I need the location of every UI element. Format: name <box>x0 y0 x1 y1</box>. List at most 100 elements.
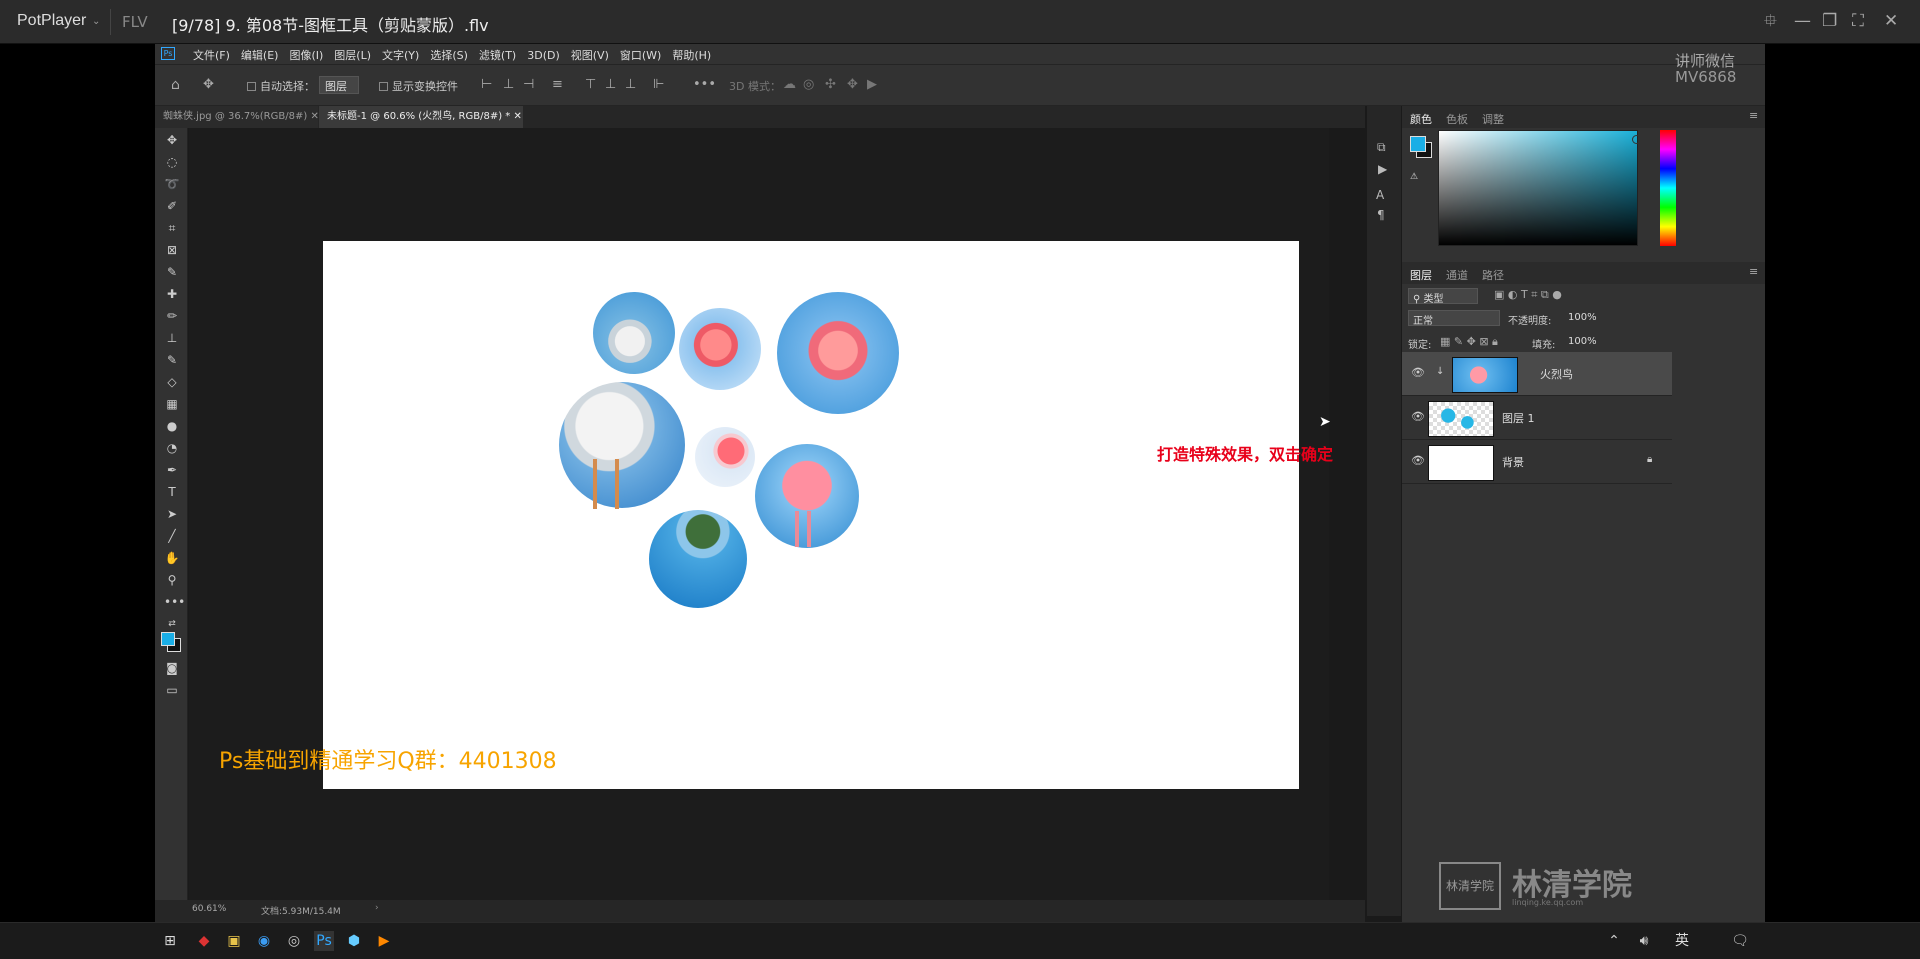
panel-menu-icon[interactable]: ≡ <box>1749 109 1758 122</box>
tab-swatches[interactable]: 色板 <box>1446 111 1468 127</box>
canvas-area[interactable]: 打造特殊效果，双击确定 Ps基础到精通学习Q群：4401308 ➤ <box>189 128 1333 910</box>
dodge-icon[interactable]: ◔ <box>164 440 180 456</box>
eye-icon[interactable]: 👁︎ <box>1411 410 1425 423</box>
player-titlebar[interactable]: PotPlayer ⌄ FLV [9/78] 9. 第08节-图框工具（剪贴蒙版… <box>0 0 1920 44</box>
marquee-tool-icon[interactable]: ◌ <box>164 154 180 170</box>
line-tool-icon[interactable]: ╱ <box>164 528 180 544</box>
notification-icon[interactable]: 🗨︎ <box>1730 931 1750 951</box>
layer-filter-icons[interactable]: ▣ ◐ T ⌗ ⧉ ● <box>1494 288 1562 302</box>
menu-item[interactable]: 选择(S) <box>430 49 468 62</box>
history-icon[interactable]: ⧉ <box>1377 140 1386 155</box>
zoom-tool-icon[interactable]: ⚲ <box>164 572 180 588</box>
eye-icon[interactable]: 👁︎ <box>1411 366 1425 379</box>
tray-icons[interactable]: ⌃ <box>1604 931 1624 951</box>
circle-seagull-body[interactable] <box>559 382 685 508</box>
layer-name[interactable]: 背景 <box>1502 454 1524 470</box>
tab-untitled[interactable]: 未标题-1 @ 60.6% (火烈鸟, RGB/8#) * ✕ <box>319 106 523 128</box>
pin-icon[interactable]: ⯐ <box>1764 11 1777 31</box>
hand-tool-icon[interactable]: ✋ <box>164 550 180 566</box>
fullscreen-icon[interactable]: ⛶ <box>1852 11 1864 31</box>
more-tools-icon[interactable]: ••• <box>164 594 185 610</box>
foreground-color-swatch[interactable] <box>161 632 175 646</box>
menu-item[interactable]: 滤镜(T) <box>479 49 516 62</box>
drag-icon[interactable]: ✣ <box>825 77 836 92</box>
camera-icon[interactable]: ▶ <box>867 77 877 92</box>
restore-icon[interactable]: ❐ <box>1822 11 1837 31</box>
home-icon[interactable]: ⌂ <box>171 77 180 93</box>
type-tool-icon[interactable]: T <box>164 484 180 500</box>
close-icon[interactable]: ✕ <box>310 111 318 122</box>
menu-item[interactable]: 视图(V) <box>571 49 609 62</box>
circle-flamingo-small[interactable] <box>695 427 755 487</box>
color-picker-field[interactable] <box>1438 130 1638 246</box>
quick-mask-icon[interactable]: ◙ <box>164 660 180 676</box>
app-icon[interactable]: ⬢ <box>344 931 364 951</box>
fill-value[interactable]: 100% <box>1568 336 1597 347</box>
distribute-v-icon[interactable]: ⊩ <box>653 77 664 92</box>
circle-seagull-head[interactable] <box>593 292 675 374</box>
screen-mode-icon[interactable]: ▭ <box>164 682 180 698</box>
circle-sea-island[interactable] <box>649 510 747 608</box>
panel-menu-icon[interactable]: ≡ <box>1749 265 1758 278</box>
player-logo[interactable]: PotPlayer <box>17 12 86 30</box>
menu-item[interactable]: 编辑(E) <box>241 49 279 62</box>
menu-item[interactable]: 3D(D) <box>527 49 560 62</box>
tab-color[interactable]: 颜色 <box>1410 111 1432 127</box>
layer-thumb-circles[interactable] <box>1428 401 1494 437</box>
menu-item[interactable]: 帮助(H) <box>672 49 711 62</box>
tab-adjustments[interactable]: 调整 <box>1482 111 1504 127</box>
layer-thumb-flamingo[interactable] <box>1452 357 1518 393</box>
distribute-icon[interactable]: ≡ <box>552 77 563 92</box>
more-icon[interactable]: ••• <box>693 77 716 92</box>
blur-icon[interactable]: ● <box>164 418 180 434</box>
windows-start-icon[interactable]: ⊞ <box>160 931 180 951</box>
layer-row-background[interactable]: 👁︎ 背景 🔒︎ <box>1402 440 1672 484</box>
document-canvas[interactable] <box>323 241 1299 789</box>
frame-tool-icon[interactable]: ⊠ <box>164 242 180 258</box>
picker-cursor[interactable] <box>1632 135 1641 144</box>
orbit-icon[interactable]: ☁ <box>783 77 796 92</box>
lock-icons[interactable]: ▦ ✎ ✥ ⊠ 🔒︎ <box>1440 335 1498 349</box>
brush-tool-icon[interactable]: ✏ <box>164 308 180 324</box>
color-fg-swatch[interactable] <box>1410 136 1426 152</box>
photoshop-icon[interactable]: Ps <box>314 931 334 951</box>
move-tool-icon[interactable]: ✥ <box>164 132 180 148</box>
actions-play-icon[interactable]: ▶ <box>1378 162 1387 176</box>
eraser-icon[interactable]: ◇ <box>164 374 180 390</box>
swap-colors-icon[interactable]: ⇄ <box>164 616 180 632</box>
layer-name[interactable]: 火烈鸟 <box>1540 366 1573 382</box>
layer-row-flamingo[interactable]: 👁︎ ↓ 火烈鸟 <box>1402 352 1672 396</box>
align-bottom-icon[interactable]: ⊥ <box>625 77 636 92</box>
paragraph-icon[interactable]: ¶ <box>1377 208 1385 222</box>
potplayer-icon[interactable]: ▶ <box>374 931 394 951</box>
zoom-level[interactable]: 60.61% <box>192 904 226 914</box>
minimize-icon[interactable]: — <box>1794 11 1811 31</box>
roll-icon[interactable]: ◎ <box>803 77 814 92</box>
menu-item[interactable]: 图像(I) <box>289 49 323 62</box>
tab-channels[interactable]: 通道 <box>1446 267 1468 283</box>
crop-tool-icon[interactable]: ⌗ <box>164 220 180 236</box>
eyedropper-icon[interactable]: ✎ <box>164 264 180 280</box>
blend-mode-dropdown[interactable]: 正常 <box>1408 310 1500 327</box>
app-icon[interactable]: ◆ <box>194 931 214 951</box>
lasso-tool-icon[interactable]: ➰ <box>164 176 180 192</box>
chevron-down-icon[interactable]: ⌄ <box>92 16 100 27</box>
pen-tool-icon[interactable]: ✒ <box>164 462 180 478</box>
history-brush-icon[interactable]: ✎ <box>164 352 180 368</box>
gradient-icon[interactable]: ▦ <box>164 396 180 412</box>
circle-flamingo-large[interactable] <box>777 292 899 414</box>
layer-name[interactable]: 图层 1 <box>1502 410 1535 426</box>
browser-icon[interactable]: ◉ <box>254 931 274 951</box>
auto-select-dropdown[interactable]: 图层 <box>319 76 359 94</box>
character-icon[interactable]: A <box>1376 188 1384 202</box>
menu-item[interactable]: 窗口(W) <box>620 49 661 62</box>
app-icon[interactable]: ◎ <box>284 931 304 951</box>
eye-icon[interactable]: 👁︎ <box>1411 454 1425 467</box>
healing-brush-icon[interactable]: ✚ <box>164 286 180 302</box>
input-language[interactable]: 英 <box>1672 931 1692 951</box>
volume-icon[interactable]: 🔊︎ <box>1634 931 1654 951</box>
layer-row-layer1[interactable]: 👁︎ 图层 1 <box>1402 396 1672 440</box>
chevron-right-icon[interactable]: › <box>375 903 379 913</box>
menu-item[interactable]: 文字(Y) <box>382 49 419 62</box>
close-icon[interactable]: ✕ <box>1884 11 1898 31</box>
